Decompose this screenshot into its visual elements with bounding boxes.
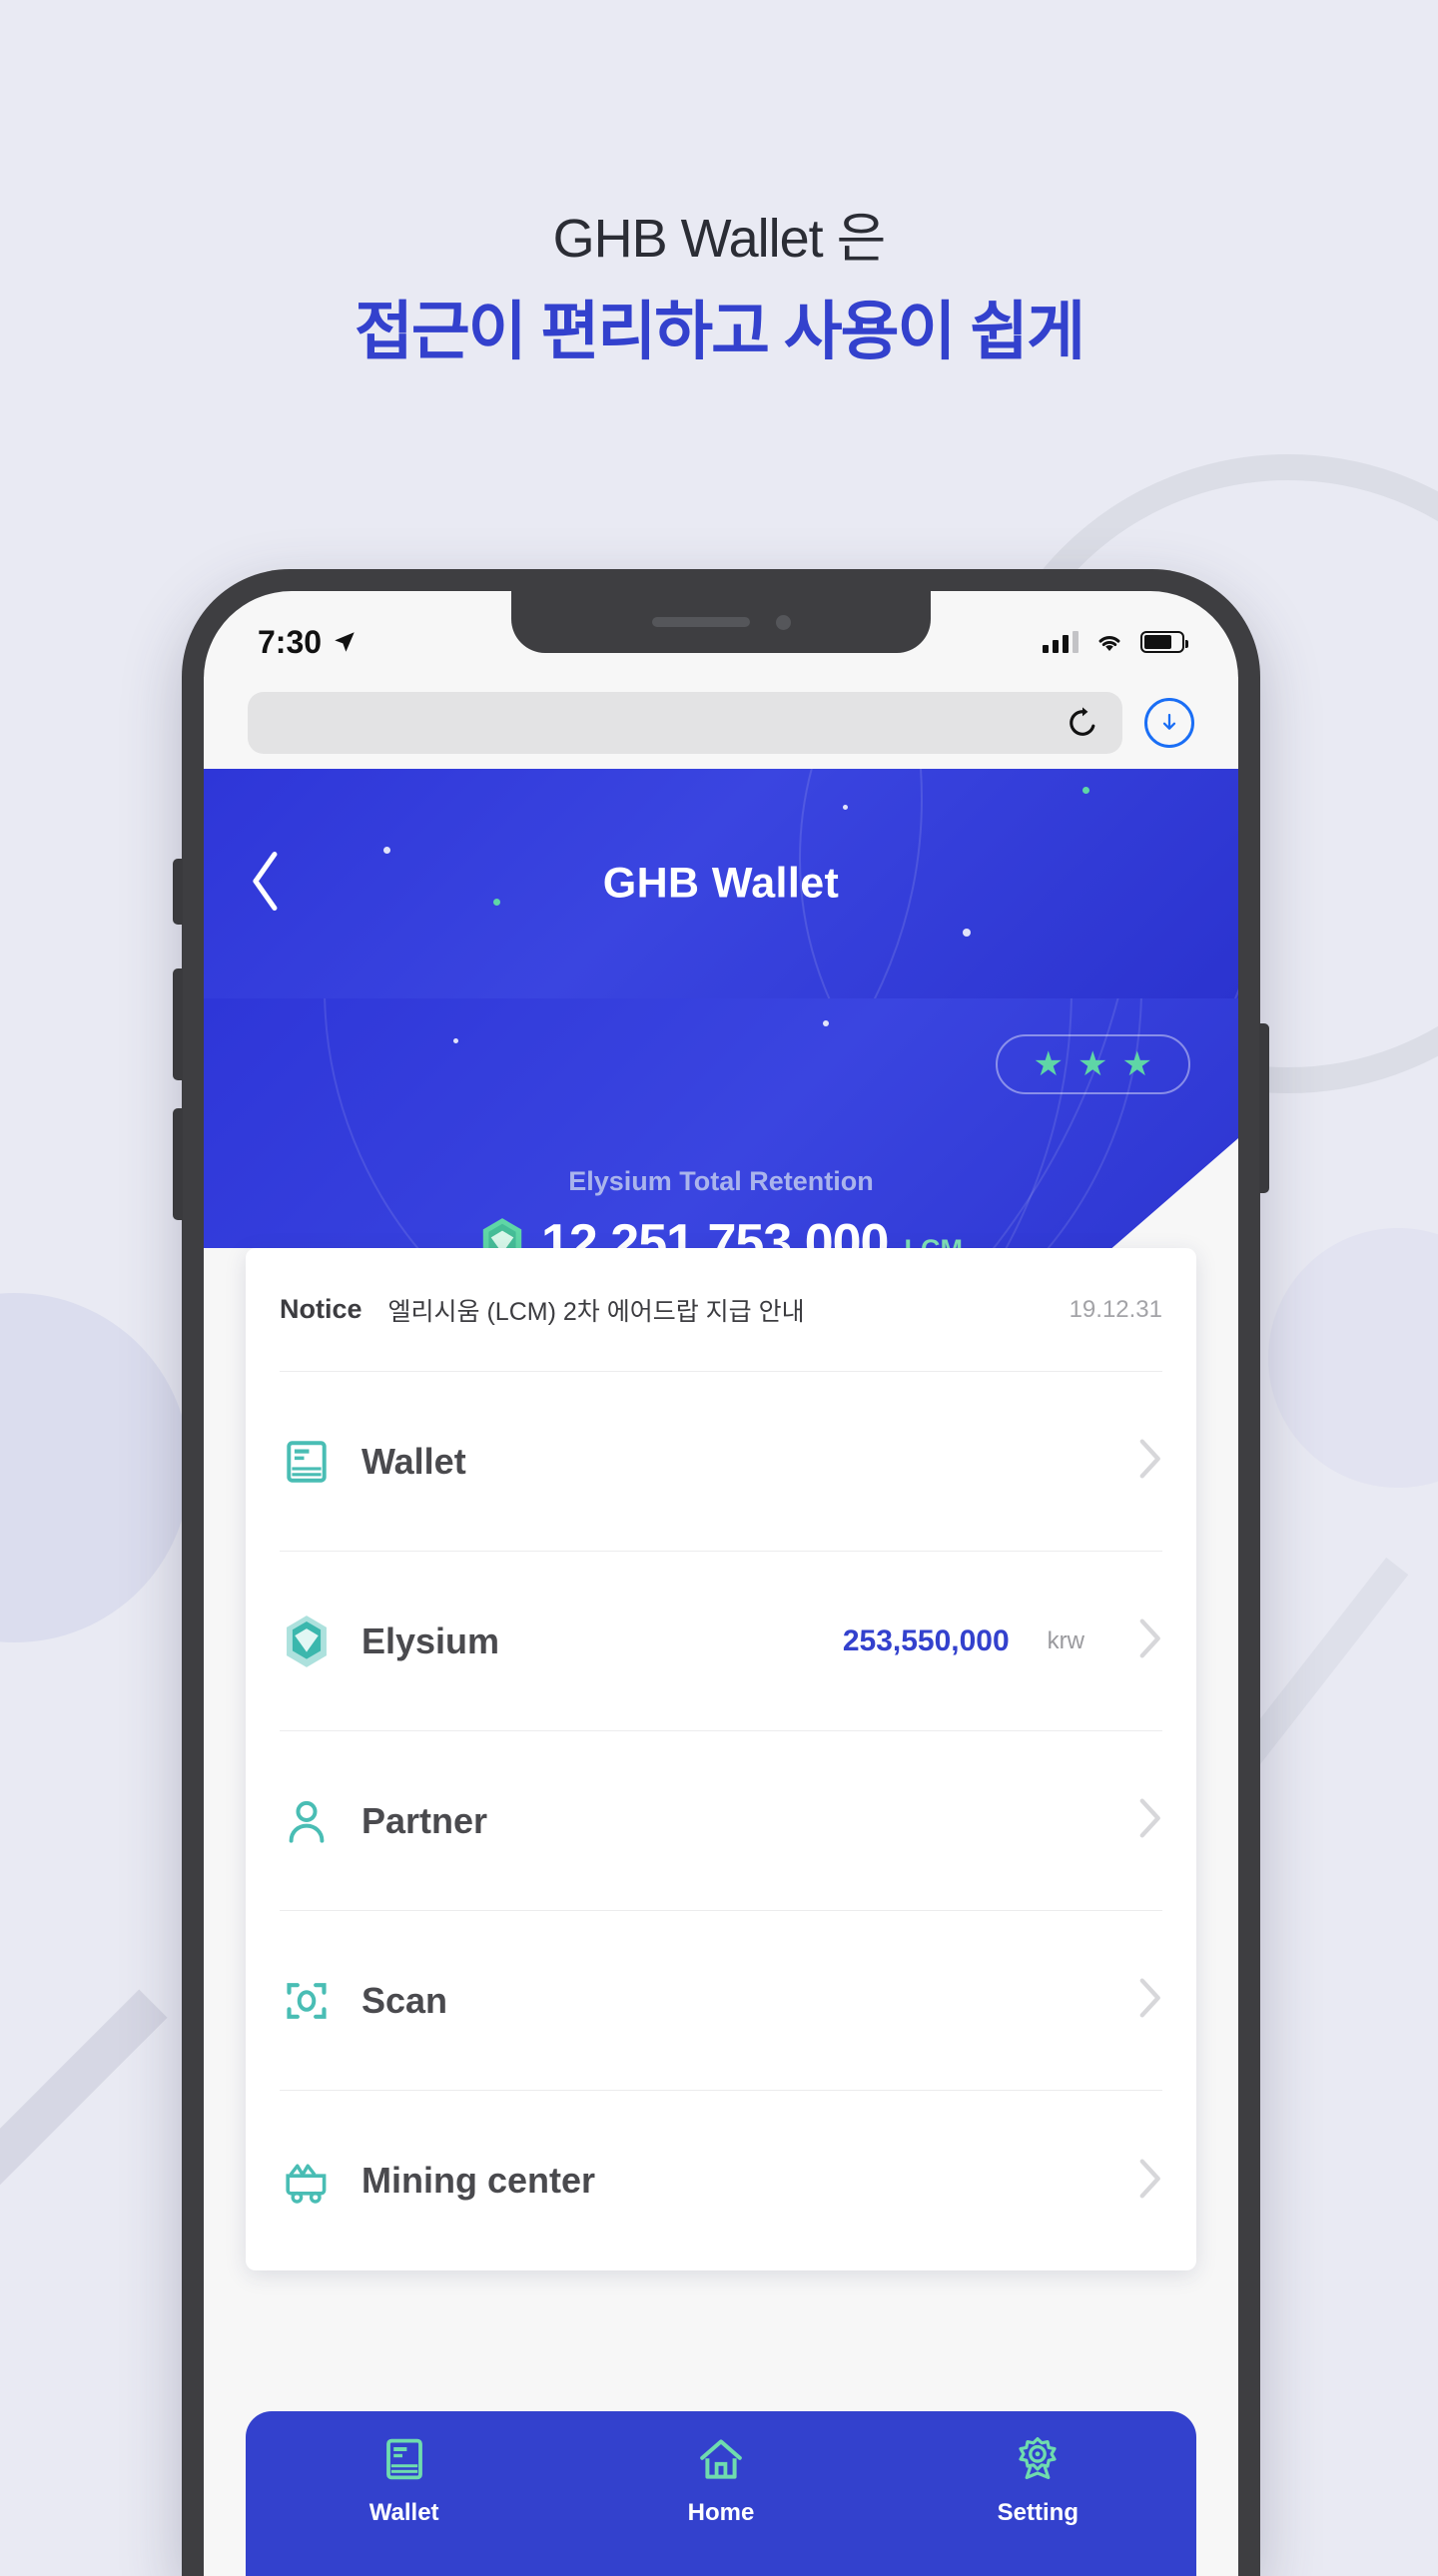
reload-icon[interactable] xyxy=(1065,705,1100,741)
menu-item-currency: krw xyxy=(1047,1626,1084,1654)
menu-item-elysium[interactable]: Elysium 253,550,000 krw xyxy=(280,1552,1162,1731)
header-dot-green xyxy=(1082,787,1089,794)
menu-item-partner[interactable]: Partner xyxy=(280,1731,1162,1911)
phone-power-button xyxy=(1259,1023,1269,1193)
menu-card-wrapper: Notice 엘리시움 (LCM) 2차 에어드랍 지급 안내 19.12.31 xyxy=(204,1248,1238,2270)
promo-line-2: 접근이 편리하고 사용이 쉽게 xyxy=(355,296,1085,368)
notice-text: 엘리시움 (LCM) 2차 에어드랍 지급 안내 xyxy=(387,1297,805,1326)
signal-bars-icon xyxy=(1043,631,1078,653)
chevron-right-icon xyxy=(1136,1616,1162,1665)
deco-circle-left xyxy=(0,1293,190,1642)
rank-stars-badge[interactable]: ★ ★ ★ xyxy=(995,1034,1190,1094)
battery-icon xyxy=(1140,631,1188,653)
menu-item-scan[interactable]: Scan xyxy=(280,1911,1162,2091)
app-header: GHB Wallet xyxy=(204,769,1238,998)
chevron-right-icon xyxy=(1136,1796,1162,1845)
menu-item-label: Mining center xyxy=(361,2160,596,2201)
bottom-navigation: Wallet Home Setting xyxy=(246,2411,1196,2576)
notice-row[interactable]: Notice 엘리시움 (LCM) 2차 에어드랍 지급 안내 19.12.31 xyxy=(280,1248,1162,1372)
person-icon xyxy=(280,1794,334,1848)
promo-headline: GHB Wallet 은 접근이 편리하고 사용이 쉽게 xyxy=(0,0,1438,367)
browser-toolbar xyxy=(204,677,1238,769)
page-title: GHB Wallet xyxy=(602,859,840,908)
phone-volume-down-button xyxy=(173,1108,183,1220)
header-dot xyxy=(383,847,390,854)
chevron-right-icon xyxy=(1136,1976,1162,2025)
nav-item-setting[interactable]: Setting xyxy=(880,2435,1196,2527)
menu-item-label: Scan xyxy=(361,1979,448,2021)
wallet-card-icon xyxy=(385,2438,422,2480)
star-icon: ★ xyxy=(1121,1045,1152,1083)
phone-mockup: 7:30 GHB Wallet ★ ★ ★ Elysium Total Rete… xyxy=(173,569,1269,2576)
mine-cart-icon xyxy=(280,2154,334,2208)
chevron-right-icon xyxy=(1136,2157,1162,2206)
location-arrow-icon xyxy=(335,632,355,652)
elysium-coin-icon xyxy=(280,1614,334,1668)
notice-tag: Notice xyxy=(280,1294,362,1324)
home-icon xyxy=(700,2439,742,2479)
nav-item-label: Wallet xyxy=(368,2499,439,2526)
deco-circle-right xyxy=(1268,1228,1438,1488)
promo-line-1: GHB Wallet 은 xyxy=(552,209,887,269)
wifi-icon xyxy=(1098,636,1120,651)
menu-card: Notice 엘리시움 (LCM) 2차 에어드랍 지급 안내 19.12.31 xyxy=(246,1248,1196,2270)
url-input[interactable] xyxy=(248,692,1122,754)
status-bar-time: 7:30 xyxy=(258,623,323,660)
menu-item-label: Elysium xyxy=(361,1619,500,1661)
download-circle-icon[interactable] xyxy=(1144,698,1194,748)
nav-item-wallet[interactable]: Wallet xyxy=(246,2435,562,2527)
star-icon: ★ xyxy=(1078,1045,1108,1083)
menu-item-label: Partner xyxy=(361,1799,488,1841)
menu-item-value: 253,550,000 xyxy=(842,1623,1010,1657)
hero-dot xyxy=(823,1020,829,1026)
deco-diagonal-bar-left xyxy=(0,1989,168,2195)
nav-item-label: Setting xyxy=(997,2499,1078,2526)
menu-item-mining-center[interactable]: Mining center xyxy=(280,2091,1162,2270)
nav-item-label: Home xyxy=(687,2499,755,2526)
notice-date: 19.12.31 xyxy=(1069,1295,1162,1323)
menu-item-label: Wallet xyxy=(361,1440,466,1482)
header-dot xyxy=(963,929,971,937)
header-dot xyxy=(843,805,848,810)
hero-dot xyxy=(453,1038,458,1043)
balance-label: Elysium Total Retention xyxy=(568,1166,874,1196)
earpiece-speaker xyxy=(651,617,750,627)
wallet-card-icon xyxy=(280,1435,334,1489)
phone-silent-switch xyxy=(173,859,183,925)
star-icon: ★ xyxy=(1033,1045,1065,1083)
qr-scan-icon xyxy=(280,1974,334,2028)
phone-notch xyxy=(511,591,931,653)
phone-volume-up-button xyxy=(173,968,183,1080)
menu-item-wallet[interactable]: Wallet xyxy=(280,1372,1162,1552)
status-bar-left: 7:30 xyxy=(258,624,358,661)
gear-icon xyxy=(1019,2437,1057,2479)
front-camera xyxy=(775,614,791,630)
nav-item-home[interactable]: Home xyxy=(562,2435,879,2527)
chevron-right-icon xyxy=(1136,1437,1162,1486)
phone-screen: 7:30 GHB Wallet ★ ★ ★ Elysium Total Rete… xyxy=(204,591,1238,2576)
status-bar-right xyxy=(1043,630,1188,654)
